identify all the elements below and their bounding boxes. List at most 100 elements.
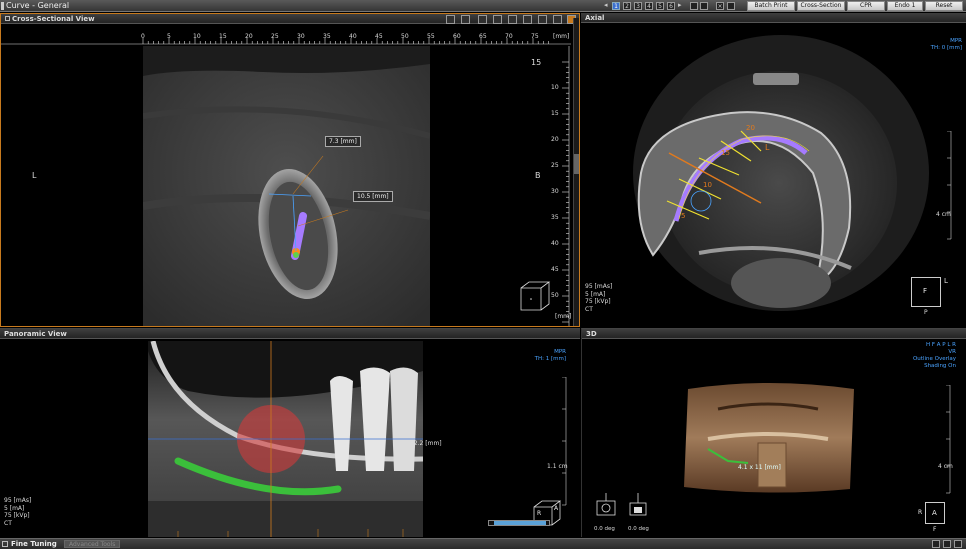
3d-orient-r: R xyxy=(918,509,923,516)
top-ruler-unit: [mm] xyxy=(553,33,570,40)
right-ruler-unit: [mm] xyxy=(555,313,572,320)
3d-scale-bar xyxy=(946,385,951,494)
3d-mode: VR xyxy=(948,349,956,355)
3d-title: 3D xyxy=(582,329,966,339)
panoramic-slider[interactable] xyxy=(488,520,550,526)
top-ruler-label: 20 xyxy=(245,33,253,40)
ruler-icon[interactable] xyxy=(461,15,470,24)
3d-orientation-box[interactable]: A xyxy=(925,502,945,524)
cross-section-button[interactable]: Cross-Section xyxy=(797,1,845,11)
endo-1-button[interactable]: Endo 1 xyxy=(887,1,923,11)
3d-render-image xyxy=(684,383,854,493)
panoramic-slider-fill[interactable] xyxy=(494,521,546,525)
axial-panel[interactable]: Axial 5 10 15 20 L MPR TH: 0 [mm] 4 cm 95… xyxy=(581,13,966,327)
axial-param-ma: 5 [mA] xyxy=(585,290,606,298)
top-ruler-label: 40 xyxy=(349,33,357,40)
rotate-dial-icon[interactable] xyxy=(595,493,617,517)
curve-number-20: 20 xyxy=(746,124,755,132)
bottom-close-icon[interactable] xyxy=(954,540,962,548)
page-next-icon[interactable]: ▸ xyxy=(678,1,682,9)
page-button-5[interactable]: 5 xyxy=(656,2,664,10)
orientation-l: L xyxy=(944,277,948,285)
page-prev-icon[interactable]: ◂ xyxy=(604,1,608,9)
top-ruler-label: 50 xyxy=(401,33,409,40)
bottom-bar: Fine Tuning Advanced Tools xyxy=(0,538,966,549)
axial-param-kvp: 75 [kVp] xyxy=(585,298,611,305)
page-button-2[interactable]: 2 xyxy=(623,2,631,10)
top-ruler-label: 15 xyxy=(219,33,227,40)
curve-number-15: 15 xyxy=(721,149,730,157)
3d-scale-label: 4 cm xyxy=(938,463,953,470)
fine-tuning-toggle-icon[interactable] xyxy=(2,541,8,547)
axial-image xyxy=(633,35,929,311)
layout-single-icon[interactable] xyxy=(690,2,698,10)
lock-icon[interactable] xyxy=(508,15,517,24)
measurement-label-1[interactable]: 7.3 [mm] xyxy=(325,136,361,147)
axial-thickness: TH: 0 [mm] xyxy=(930,45,962,51)
scrollbar-thumb[interactable] xyxy=(574,154,579,174)
vertical-scrollbar[interactable] xyxy=(573,18,579,326)
3d-panel[interactable]: 3D 4.1 x 11 [mm] H F A P L R VR Outline … xyxy=(581,328,966,537)
panel-menu-icon[interactable] xyxy=(5,16,10,21)
right-ruler-label: 30 xyxy=(551,188,559,195)
copy-icon[interactable] xyxy=(538,15,547,24)
axial-title: Axial xyxy=(581,13,966,23)
top-ruler-label: 10 xyxy=(193,33,201,40)
panoramic-panel[interactable]: Panoramic View 62.2 [mm] MPR TH: 1 [mm] 1… xyxy=(0,328,580,537)
batch-print-button[interactable]: Batch Print xyxy=(747,1,795,11)
page-button-4[interactable]: 4 xyxy=(645,2,653,10)
panoramic-param-ma: 5 [mA] xyxy=(4,504,25,512)
fit-icon[interactable] xyxy=(446,15,455,24)
axial-marker-L: L xyxy=(765,143,770,152)
3d-directions[interactable]: H F A P L R xyxy=(913,342,956,349)
implant-label[interactable]: 4.1 x 11 [mm] xyxy=(738,464,781,471)
right-ruler-label: 35 xyxy=(551,214,559,221)
tilt-icon[interactable] xyxy=(627,493,649,517)
bottom-pin-icon[interactable] xyxy=(932,540,940,548)
orientation-p: P xyxy=(924,309,928,316)
top-ruler-label: 45 xyxy=(375,33,383,40)
layout-grid-icon[interactable] xyxy=(700,2,708,10)
reset-button[interactable]: Reset xyxy=(925,1,963,11)
page-button-1[interactable]: 1 xyxy=(612,2,620,10)
panoramic-orient-r: R xyxy=(537,510,542,517)
panoramic-measure[interactable]: 62.2 [mm] xyxy=(410,440,442,447)
panoramic-scale-label: 1.1 cm xyxy=(547,463,568,470)
cross-sectional-title-text: Cross-Sectional View xyxy=(12,15,95,23)
axial-scale-bar xyxy=(947,131,952,240)
advanced-tools-tab[interactable]: Advanced Tools xyxy=(64,540,121,548)
3d-orient-f: F xyxy=(933,526,937,533)
grid-icon[interactable] xyxy=(553,15,562,24)
curve-number-10: 10 xyxy=(703,181,712,189)
axial-mode: MPR TH: 0 [mm] xyxy=(931,38,962,52)
window-title: Curve - General xyxy=(6,1,70,10)
axial-orientation-box[interactable]: F xyxy=(911,277,941,307)
3d-orient-a: A xyxy=(932,509,937,517)
page-button-3[interactable]: 3 xyxy=(634,2,642,10)
curve-number-5: 5 xyxy=(681,212,686,220)
annotation-icon[interactable] xyxy=(493,15,502,24)
close-icon[interactable]: × xyxy=(716,2,724,10)
print-icon[interactable] xyxy=(523,15,532,24)
axial-scale-label: 4 cm xyxy=(936,211,951,218)
panoramic-param-kvp: 75 [kVp] xyxy=(4,512,30,519)
panoramic-orient-a: A xyxy=(554,505,559,512)
application-window: { "window":{"title":"Curve - General"}, … xyxy=(0,0,966,549)
bottom-expand-icon[interactable] xyxy=(943,540,951,548)
angle-icon[interactable] xyxy=(478,15,487,24)
panoramic-thickness: TH: 1 [mm] xyxy=(534,356,566,362)
top-ruler-label: 70 xyxy=(505,33,513,40)
panoramic-scale-bar xyxy=(562,377,567,506)
panoramic-mode: MPR TH: 1 [mm] xyxy=(520,349,566,363)
panoramic-image xyxy=(148,341,423,537)
orientation-cube-icon[interactable] xyxy=(517,278,555,314)
top-ruler-label: 30 xyxy=(297,33,305,40)
axial-params: 95 [mAs] 5 [mA] 75 [kVp] CT xyxy=(585,283,612,313)
cross-sectional-panel[interactable]: Cross-Sectional View 0 5 10 15 20 25 30 35 40 45 5… xyxy=(0,13,580,327)
measurement-label-2[interactable]: 10.5 [mm] xyxy=(353,191,393,202)
title-bar: Curve - General ◂ 1 2 3 4 5 6 ▸ × Batch … xyxy=(0,0,966,12)
right-ruler-label: 45 xyxy=(551,266,559,273)
maximize-icon[interactable] xyxy=(727,2,735,10)
cpr-button[interactable]: CPR xyxy=(847,1,885,11)
page-button-6[interactable]: 6 xyxy=(667,2,675,10)
